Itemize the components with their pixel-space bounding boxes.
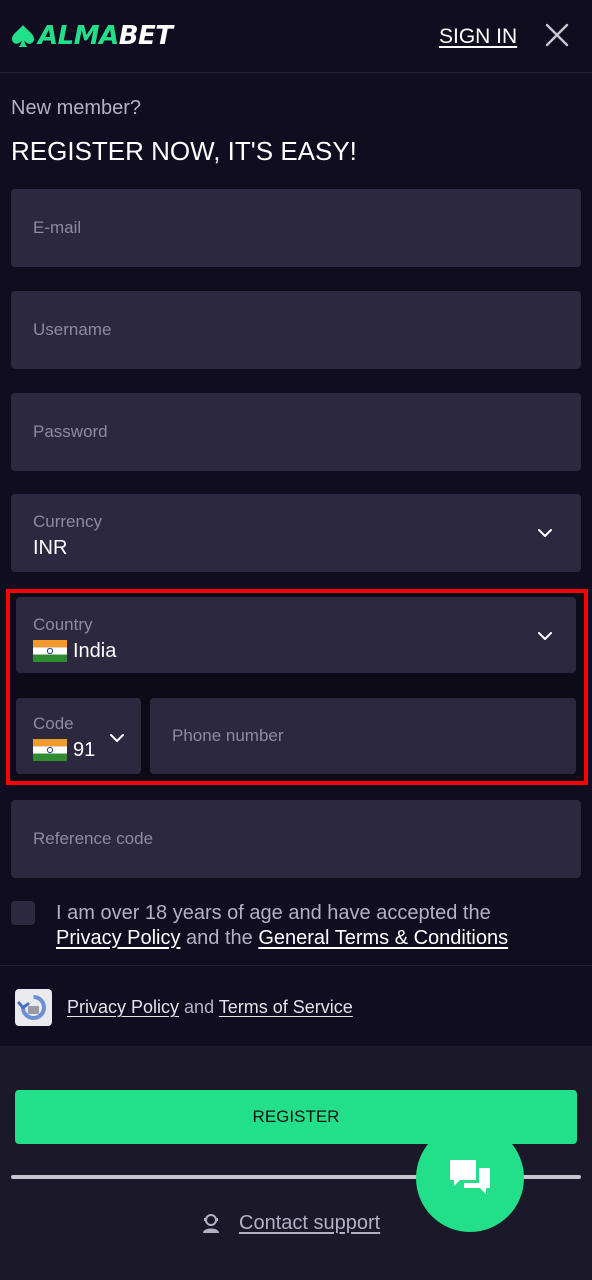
support-agent-icon <box>203 1214 219 1233</box>
chat-button[interactable] <box>416 1124 524 1232</box>
country-label: Country <box>33 615 93 634</box>
password-placeholder: Password <box>33 422 108 441</box>
phone-code-select[interactable]: Code 91 <box>16 698 141 774</box>
currency-label: Currency <box>33 512 102 531</box>
logo-text-alma: ALMA <box>38 21 119 51</box>
recaptcha-and-text: and <box>184 997 215 1017</box>
email-placeholder: E-mail <box>33 218 82 237</box>
logo-text-bet: BET <box>118 21 173 51</box>
recaptcha-terms-link[interactable]: Terms of Service <box>219 997 353 1017</box>
consent-text: I am over 18 years of age and have accep… <box>56 902 491 924</box>
recaptcha-logo-icon <box>17 995 46 1020</box>
recaptcha-text: Privacy Policy and Terms of Service <box>67 995 353 1019</box>
recaptcha-icon[interactable] <box>15 989 52 1026</box>
country-value-wrap: India <box>33 639 116 663</box>
chat-bubbles-icon <box>450 1160 490 1194</box>
chevron-down-icon <box>110 734 124 742</box>
recaptcha-privacy-link[interactable]: Privacy Policy <box>67 997 179 1017</box>
username-placeholder: Username <box>33 320 112 339</box>
india-flag-icon <box>33 739 67 761</box>
email-field[interactable]: E-mail <box>11 189 581 267</box>
code-value: 91 <box>73 739 96 761</box>
divider <box>0 965 592 966</box>
phone-placeholder: Phone number <box>172 726 284 745</box>
code-value-wrap: 91 <box>33 738 95 762</box>
sign-in-link[interactable]: SIGN IN <box>439 24 517 50</box>
age-consent-checkbox[interactable] <box>11 901 35 925</box>
currency-select[interactable]: Currency INR <box>11 494 581 572</box>
almabet-logo[interactable]: ALMABET <box>10 18 173 54</box>
password-field[interactable]: Password <box>11 393 581 471</box>
consent-links-line: Privacy Policy and the General Terms & C… <box>56 925 508 951</box>
reference-code-field[interactable]: Reference code <box>11 800 581 878</box>
country-select[interactable]: Country India <box>16 597 576 673</box>
page-title: REGISTER NOW, IT'S EASY! <box>11 136 357 166</box>
code-label: Code <box>33 714 74 733</box>
india-flag-icon <box>33 640 67 662</box>
reference-placeholder: Reference code <box>33 829 154 848</box>
country-value: India <box>73 640 117 662</box>
chevron-down-icon <box>538 529 552 537</box>
username-field[interactable]: Username <box>11 291 581 369</box>
currency-value: INR <box>33 537 68 559</box>
spade-icon <box>12 25 34 47</box>
contact-support-link[interactable]: Contact support <box>239 1210 380 1236</box>
privacy-policy-link[interactable]: Privacy Policy <box>56 927 180 949</box>
chevron-down-icon <box>538 632 552 640</box>
and-the-text: and the <box>186 927 253 949</box>
terms-conditions-link[interactable]: General Terms & Conditions <box>258 927 508 949</box>
close-icon[interactable] <box>544 22 570 48</box>
phone-number-field[interactable]: Phone number <box>150 698 576 774</box>
new-member-text: New member? <box>11 97 142 119</box>
